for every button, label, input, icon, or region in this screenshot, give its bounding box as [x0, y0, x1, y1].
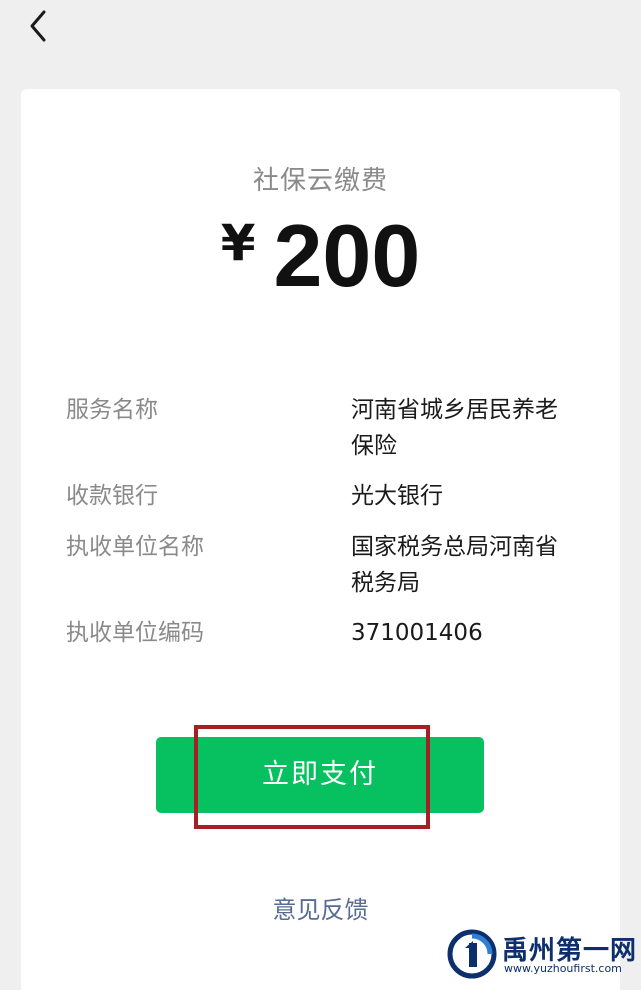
site-watermark: 禹州第一网 www.yuzhoufirst.com [446, 928, 636, 980]
chevron-left-icon [30, 10, 46, 42]
site-logo-icon [447, 929, 497, 979]
pay-now-button[interactable]: 立即支付 [156, 737, 484, 813]
merchant-name: 社保云缴费 [252, 166, 388, 196]
watermark-url: www.yuzhoufirst.com [504, 962, 622, 975]
payment-page: 社保云缴费 ¥200 服务名称 河南省城乡居民养老 保险 收款银行 光大银行 执… [0, 0, 641, 990]
amount-value: 200 [273, 206, 421, 305]
detail-label: 执收单位编码 [66, 620, 204, 646]
detail-value: 河南省城乡居民养老 保险 [351, 397, 558, 459]
detail-label: 执收单位名称 [66, 534, 204, 560]
detail-label: 服务名称 [66, 397, 158, 423]
feedback-link[interactable]: 意见反馈 [0, 890, 641, 925]
detail-value: 371001406 [351, 620, 483, 646]
detail-value: 光大银行 [351, 483, 443, 509]
detail-value: 国家税务总局河南省 税务局 [351, 534, 558, 596]
payment-amount: ¥200 [0, 205, 641, 307]
currency-symbol: ¥ [220, 214, 256, 272]
back-button[interactable] [24, 8, 56, 44]
detail-label: 收款银行 [66, 483, 158, 509]
